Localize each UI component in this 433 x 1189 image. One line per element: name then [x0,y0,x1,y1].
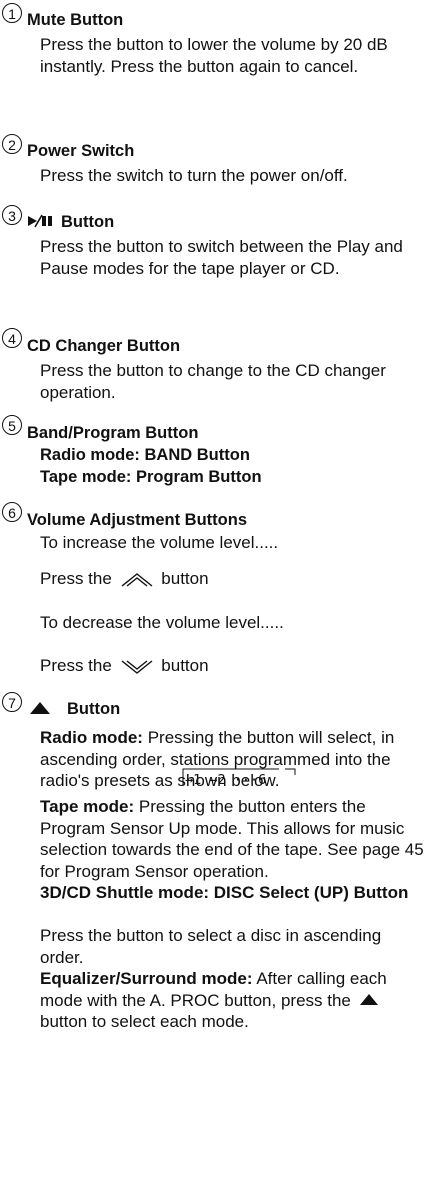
item-number-4: 4 [2,328,22,348]
tape-mode-label: Tape mode: [40,797,135,816]
power-switch-description: Press the switch to turn the power on/of… [40,166,348,185]
tape-mode-program-line: Tape mode: Program Button [40,468,262,486]
mute-button-description: Press the button to lower the volume by … [40,35,388,76]
power-switch-heading: Power Switch [27,142,135,160]
item-number-5: 5 [2,415,22,435]
up-chevron-icon [121,572,152,587]
cd-changer-heading: CD Changer Button [27,337,181,355]
preset-sequence-text: →1 →2 ···6 [185,772,267,788]
decrease-volume-text: To decrease the volume level..... [40,613,284,632]
tape-mode-paragraph: Tape mode: Pressing the button enters th… [40,796,428,882]
cd-changer-description: Press the button to change to the CD cha… [40,361,386,402]
radio-mode-label: Radio mode: [40,728,143,747]
up-triangle-icon [359,993,378,1005]
radio-mode-band-line: Radio mode: BAND Button [40,446,250,464]
equalizer-mode-paragraph: Equalizer/Surround mode: After calling e… [40,968,428,1033]
up-triangle-icon [30,702,50,714]
item-number-7: 7 [2,692,22,712]
item-number-3: 3 [2,205,22,225]
press-down-prefix: Press the [40,656,112,675]
press-down-line: Press the button [40,656,209,676]
press-down-suffix: button [161,656,209,675]
equalizer-mode-text-b: button to select each mode. [40,1012,249,1031]
play-pause-button-heading: Button [27,213,114,232]
press-up-suffix: button [161,569,209,588]
play-pause-description: Press the button to switch between the P… [40,237,403,278]
play-pause-icon [28,214,52,228]
increase-volume-text: To increase the volume level..... [40,533,279,552]
press-up-line: Press the button [40,569,209,589]
equalizer-mode-label: Equalizer/Surround mode: [40,969,253,988]
shuttle-mode-text: Press the button to select a disc in asc… [40,926,382,967]
press-up-prefix: Press the [40,569,112,588]
volume-buttons-heading: Volume Adjustment Buttons [27,511,247,529]
up-button-heading: Button [27,700,120,719]
item-number-1: 1 [2,3,22,23]
up-button-title: Button [67,700,121,718]
preset-sequence: →1 →2 ···6 [182,768,296,788]
down-chevron-icon [121,659,152,674]
play-pause-button-title: Button [61,213,115,231]
shuttle-mode-label: 3D/CD Shuttle mode: DISC Select (UP) But… [40,883,409,902]
mute-button-heading: Mute Button [27,11,124,29]
band-program-heading: Band/Program Button [27,424,199,442]
item-number-2: 2 [2,134,22,154]
item-number-6: 6 [2,502,22,522]
